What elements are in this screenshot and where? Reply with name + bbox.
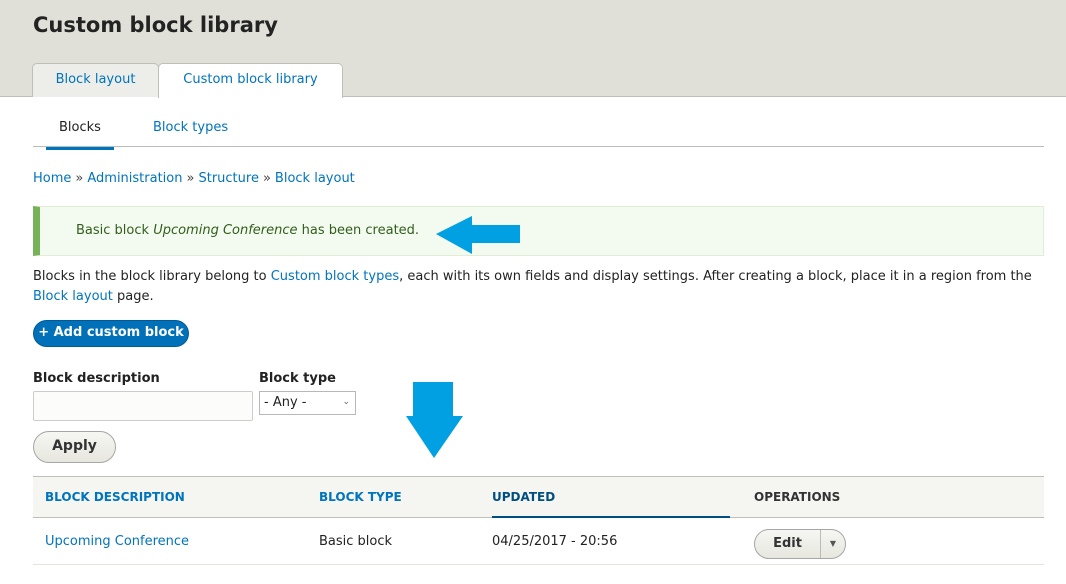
operations-dropbutton: Edit ▼ <box>754 529 846 559</box>
breadcrumb-structure[interactable]: Structure <box>198 171 258 186</box>
breadcrumb-separator: » <box>186 171 195 186</box>
add-custom-block-button[interactable]: + Add custom block <box>33 320 189 347</box>
block-type-label: Block type <box>259 371 336 386</box>
subtab-blocks[interactable]: Blocks <box>46 120 114 150</box>
breadcrumb-home[interactable]: Home <box>33 171 71 186</box>
page-header: Custom block library Block layout Custom… <box>0 0 1066 98</box>
description-text: Blocks in the block library belong to <box>33 269 271 284</box>
status-message: Basic block Upcoming Conference has been… <box>33 206 1044 256</box>
block-description-input[interactable] <box>33 391 253 421</box>
tab-block-layout[interactable]: Block layout <box>32 63 159 97</box>
block-description-link[interactable]: Upcoming Conference <box>45 534 189 549</box>
annotation-arrow-down-icon <box>406 382 463 458</box>
header-block-description[interactable]: BLOCK DESCRIPTION <box>45 490 185 504</box>
message-text: Basic block <box>76 223 154 238</box>
table-row: Upcoming Conference Basic block 04/25/20… <box>33 518 1044 565</box>
blocks-table: BLOCK DESCRIPTION BLOCK TYPE UPDATED OPE… <box>33 476 1044 565</box>
breadcrumb-block-layout[interactable]: Block layout <box>275 171 355 186</box>
apply-button[interactable]: Apply <box>33 431 116 463</box>
block-type-value: - Any - <box>264 395 307 410</box>
secondary-tabs: Blocks Block types <box>33 112 1044 150</box>
description-text: , each with its own fields and display s… <box>399 269 1032 284</box>
page-description: Blocks in the block library belong to Cu… <box>33 267 1048 307</box>
breadcrumb-administration[interactable]: Administration <box>87 171 182 186</box>
table-header: BLOCK DESCRIPTION BLOCK TYPE UPDATED OPE… <box>33 476 1044 518</box>
tab-custom-block-library[interactable]: Custom block library <box>158 63 343 98</box>
annotation-arrow-left-icon <box>436 216 520 254</box>
description-text: page. <box>112 289 154 304</box>
block-layout-link[interactable]: Block layout <box>33 289 113 304</box>
page-title: Custom block library <box>33 13 278 37</box>
breadcrumb-separator: » <box>75 171 84 186</box>
message-block-name: Upcoming Conference <box>153 223 298 238</box>
block-description-label: Block description <box>33 371 160 386</box>
edit-button[interactable]: Edit <box>755 530 821 558</box>
breadcrumb: Home» Administration» Structure» Block layo… <box>33 171 355 186</box>
header-block-type[interactable]: BLOCK TYPE <box>319 490 402 504</box>
breadcrumb-separator: » <box>262 171 271 186</box>
updated-cell: 04/25/2017 - 20:56 <box>492 534 618 549</box>
message-text: has been created. <box>297 223 420 238</box>
header-operations: OPERATIONS <box>754 490 841 504</box>
block-type-select[interactable]: - Any - ⌄ <box>259 391 356 415</box>
block-type-cell: Basic block <box>319 534 393 549</box>
dropdown-toggle-icon[interactable]: ▼ <box>821 530 845 558</box>
header-updated[interactable]: UPDATED <box>492 490 730 518</box>
subtab-block-types[interactable]: Block types <box>153 120 228 135</box>
chevron-down-icon: ⌄ <box>342 397 350 407</box>
custom-block-types-link[interactable]: Custom block types <box>271 269 399 284</box>
